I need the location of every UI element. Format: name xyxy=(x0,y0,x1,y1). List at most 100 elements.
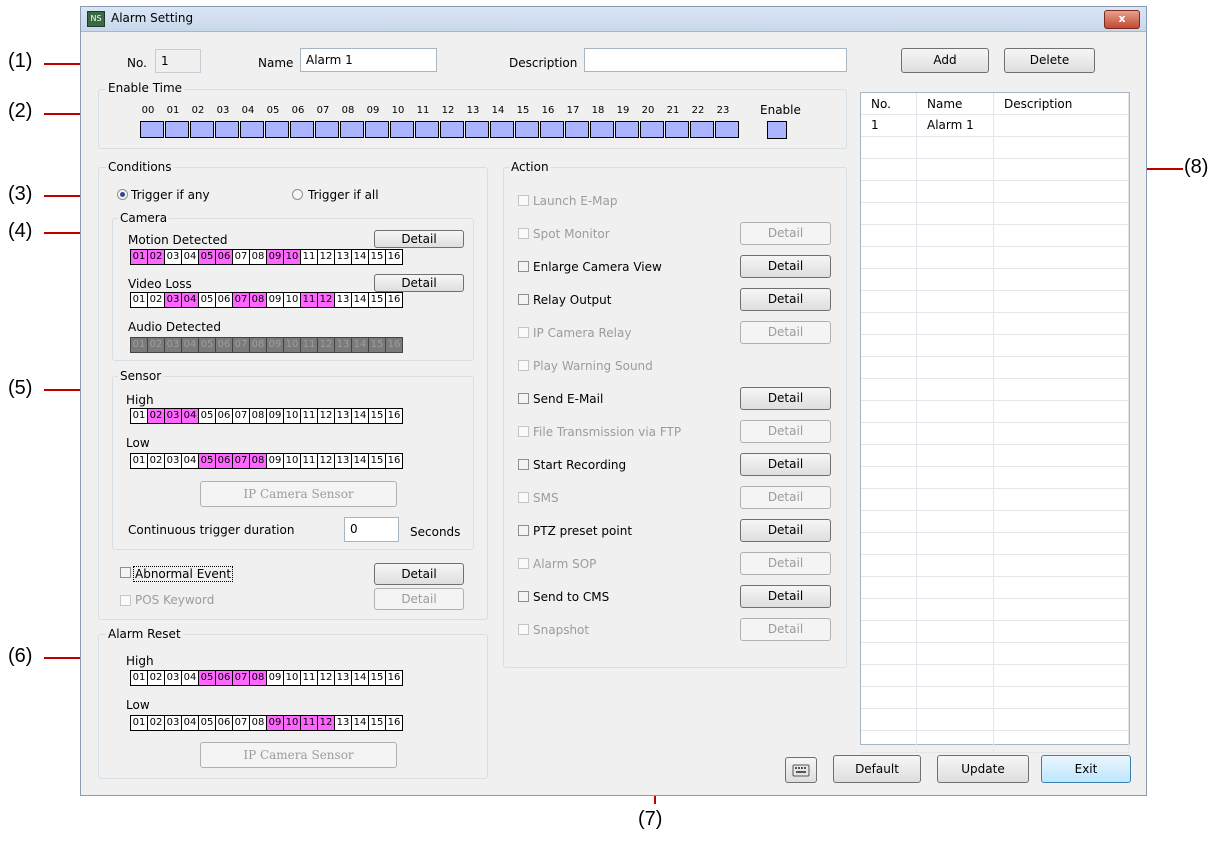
channel-cell[interactable]: 15 xyxy=(368,408,386,424)
channel-cell[interactable]: 08 xyxy=(249,453,267,469)
default-button[interactable]: Default xyxy=(833,755,921,783)
action-detail-button[interactable]: Detail xyxy=(740,420,831,443)
channel-cell[interactable]: 01 xyxy=(130,453,148,469)
table-row[interactable] xyxy=(861,489,1129,511)
action-detail-button[interactable]: Detail xyxy=(740,552,831,575)
channel-cell[interactable]: 16 xyxy=(385,292,403,308)
channel-cell[interactable]: 15 xyxy=(368,249,386,265)
action-detail-button[interactable]: Detail xyxy=(740,618,831,641)
channel-cell[interactable]: 14 xyxy=(351,249,369,265)
sensor-ip-camera-button[interactable]: IP Camera Sensor xyxy=(200,481,397,507)
action-checkbox[interactable] xyxy=(518,426,529,437)
channel-cell[interactable]: 14 xyxy=(351,715,369,731)
channel-cell[interactable]: 10 xyxy=(283,670,301,686)
action-detail-button[interactable]: Detail xyxy=(740,255,831,278)
table-row[interactable] xyxy=(861,621,1129,643)
channel-cell[interactable]: 11 xyxy=(300,292,318,308)
channel-cell[interactable]: 16 xyxy=(385,249,403,265)
channel-cell[interactable]: 05 xyxy=(198,292,216,308)
action-checkbox[interactable] xyxy=(518,393,529,404)
action-checkbox[interactable] xyxy=(518,558,529,569)
table-row[interactable] xyxy=(861,643,1129,665)
channel-cell[interactable]: 09 xyxy=(266,715,284,731)
hour-cell[interactable] xyxy=(315,121,339,138)
hour-cell[interactable] xyxy=(665,121,689,138)
table-row[interactable] xyxy=(861,467,1129,489)
channel-cell[interactable]: 14 xyxy=(351,408,369,424)
abnormal-event-detail-button[interactable]: Detail xyxy=(374,563,464,585)
table-row[interactable] xyxy=(861,269,1129,291)
action-checkbox[interactable] xyxy=(518,294,529,305)
channel-cell[interactable]: 09 xyxy=(266,453,284,469)
hour-cell[interactable] xyxy=(590,121,614,138)
hour-cell[interactable] xyxy=(290,121,314,138)
channel-cell[interactable]: 01 xyxy=(130,408,148,424)
channel-cell[interactable]: 09 xyxy=(266,249,284,265)
channel-cell[interactable]: 13 xyxy=(334,408,352,424)
channel-cell[interactable]: 12 xyxy=(317,408,335,424)
action-checkbox[interactable] xyxy=(518,459,529,470)
channel-cell[interactable]: 09 xyxy=(266,408,284,424)
channel-cell[interactable]: 08 xyxy=(249,292,267,308)
channel-cell[interactable]: 01 xyxy=(130,249,148,265)
channel-cell[interactable]: 12 xyxy=(317,249,335,265)
delete-button[interactable]: Delete xyxy=(1004,48,1095,73)
channel-cell[interactable]: 06 xyxy=(215,292,233,308)
action-checkbox[interactable] xyxy=(518,591,529,602)
table-row[interactable] xyxy=(861,665,1129,687)
close-button[interactable]: x xyxy=(1104,10,1140,29)
action-detail-button[interactable]: Detail xyxy=(740,585,831,608)
action-checkbox[interactable] xyxy=(518,624,529,635)
channel-cell[interactable]: 11 xyxy=(300,715,318,731)
action-detail-button[interactable]: Detail xyxy=(740,387,831,410)
name-field[interactable]: Alarm 1 xyxy=(300,48,437,72)
channel-cell[interactable]: 14 xyxy=(351,670,369,686)
table-header[interactable]: No. xyxy=(861,93,917,115)
hour-cell[interactable] xyxy=(440,121,464,138)
video-loss-detail-button[interactable]: Detail xyxy=(374,274,464,292)
action-detail-button[interactable]: Detail xyxy=(740,519,831,542)
hour-cell[interactable] xyxy=(615,121,639,138)
channel-cell[interactable]: 03 xyxy=(164,715,182,731)
channel-cell[interactable]: 04 xyxy=(181,715,199,731)
channel-cell[interactable]: 02 xyxy=(147,408,165,424)
hour-cell[interactable] xyxy=(190,121,214,138)
channel-cell[interactable]: 11 xyxy=(300,670,318,686)
continuous-duration-field[interactable]: 0 xyxy=(344,517,399,542)
channel-cell[interactable]: 16 xyxy=(385,670,403,686)
channel-cell[interactable]: 02 xyxy=(147,249,165,265)
table-row[interactable] xyxy=(861,291,1129,313)
channel-cell[interactable]: 16 xyxy=(385,715,403,731)
pos-keyword-detail-button[interactable]: Detail xyxy=(374,588,464,610)
update-button[interactable]: Update xyxy=(937,755,1029,783)
hour-cell[interactable] xyxy=(365,121,389,138)
channel-cell[interactable]: 05 xyxy=(198,715,216,731)
channel-cell[interactable]: 10 xyxy=(283,249,301,265)
hour-cell[interactable] xyxy=(515,121,539,138)
channel-cell[interactable]: 10 xyxy=(283,715,301,731)
channel-cell[interactable]: 07 xyxy=(232,670,250,686)
channel-cell[interactable]: 09 xyxy=(266,670,284,686)
table-row[interactable] xyxy=(861,335,1129,357)
channel-cell[interactable]: 13 xyxy=(334,715,352,731)
action-checkbox[interactable] xyxy=(518,228,529,239)
table-row[interactable] xyxy=(861,555,1129,577)
channel-cell[interactable]: 01 xyxy=(130,715,148,731)
table-row[interactable] xyxy=(861,181,1129,203)
action-detail-button[interactable]: Detail xyxy=(740,222,831,245)
channel-cell[interactable]: 03 xyxy=(164,670,182,686)
description-field[interactable] xyxy=(584,48,847,72)
action-checkbox[interactable] xyxy=(518,360,529,371)
reset-high-strip[interactable]: 01 02 03 04 05 06 07 08 09 10 11 12 13 14 15 16 xyxy=(130,670,403,686)
sensor-high-strip[interactable]: 01 02 03 04 05 06 07 08 09 10 11 12 13 14 15 16 xyxy=(130,408,403,424)
hour-cell[interactable] xyxy=(640,121,664,138)
alarm-list-table[interactable]: No. Name Description 1 Alarm 1 xyxy=(860,92,1130,753)
channel-cell[interactable]: 05 xyxy=(198,249,216,265)
channel-cell[interactable]: 13 xyxy=(334,670,352,686)
motion-detail-button[interactable]: Detail xyxy=(374,230,464,248)
channel-cell[interactable]: 09 xyxy=(266,292,284,308)
channel-cell[interactable]: 02 xyxy=(147,715,165,731)
abnormal-event-checkbox[interactable] xyxy=(120,567,131,578)
table-row[interactable] xyxy=(861,401,1129,423)
channel-cell[interactable]: 10 xyxy=(283,453,301,469)
